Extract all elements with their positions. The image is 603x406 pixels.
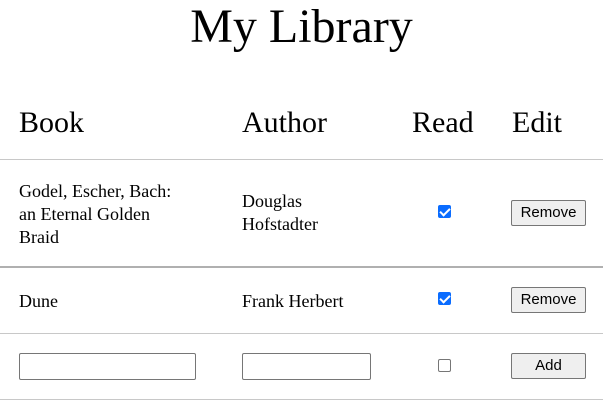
book-title-line: Godel, Escher, Bach: — [19, 181, 172, 201]
read-checkbox[interactable] — [438, 292, 451, 305]
row-divider — [0, 266, 603, 268]
author-line: Frank Herbert — [242, 291, 344, 311]
table-bottom-divider — [0, 399, 603, 400]
book-title-line: Braid — [19, 227, 59, 247]
column-header-author: Author — [242, 106, 327, 139]
author-input[interactable] — [242, 353, 371, 380]
read-checkbox[interactable] — [438, 359, 451, 372]
book-title-cell: Godel, Escher, Bach: an Eternal Golden B… — [19, 180, 171, 249]
book-title-input[interactable] — [19, 353, 196, 380]
remove-button[interactable]: Remove — [511, 287, 586, 313]
column-header-book: Book — [19, 106, 85, 139]
book-title-line: an Eternal Golden — [19, 204, 150, 224]
add-button[interactable]: Add — [511, 353, 586, 379]
author-line: Hofstadter — [242, 214, 318, 234]
author-cell: Frank Herbert — [242, 290, 343, 313]
column-header-read: Read — [412, 106, 474, 139]
page-title: My Library — [190, 0, 413, 53]
author-line: Douglas — [242, 191, 302, 211]
book-title-cell: Dune — [19, 290, 58, 313]
remove-button[interactable]: Remove — [511, 200, 586, 226]
read-checkbox[interactable] — [438, 205, 451, 218]
header-divider — [0, 159, 603, 160]
book-title-line: Dune — [19, 291, 58, 311]
library-page: My Library Book Author Read Edit Godel, … — [0, 0, 603, 406]
row-divider — [0, 333, 603, 334]
column-header-edit: Edit — [512, 106, 562, 139]
author-cell: Douglas Hofstadter — [242, 190, 318, 236]
